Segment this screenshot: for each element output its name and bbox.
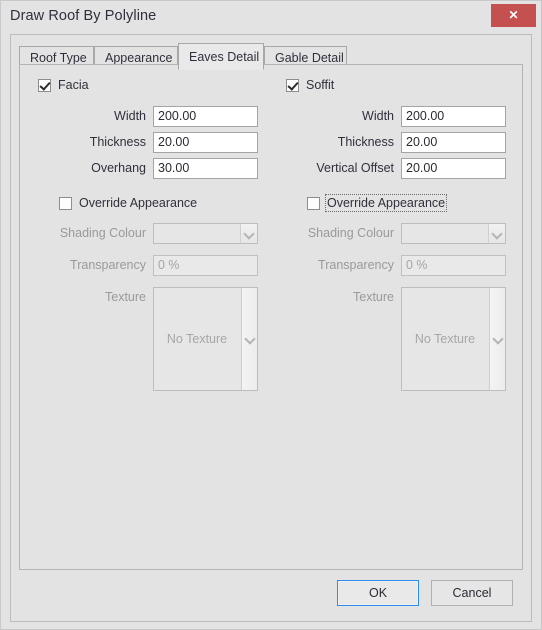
page-title: Draw Roof By Polyline [10,8,157,24]
soffit-texture-chevron-down-icon[interactable] [489,288,505,390]
facia-overhang-input[interactable]: 30.00 [153,158,258,179]
soffit-override-appearance-label: Override Appearance [324,194,448,212]
facia-texture-picker[interactable]: No Texture [153,287,258,391]
close-button[interactable]: ✕ [491,4,536,27]
soffit-vertical-offset-label: Vertical Offset [316,161,394,175]
soffit-override-appearance-row[interactable]: Override Appearance [307,194,448,212]
facia-shading-colour-combo[interactable] [153,223,258,244]
soffit-transparency-input[interactable]: 0 % [401,255,506,276]
soffit-texture-picker[interactable]: No Texture [401,287,506,391]
tab-page-eaves-detail: Facia Width 200.00 Thickness 20.00 Overh… [19,64,523,570]
title-bar: Draw Roof By Polyline ✕ [1,1,541,32]
soffit-texture-value: No Texture [414,332,476,346]
dialog-window: Draw Roof By Polyline ✕ Roof Type Appear… [0,0,542,630]
facia-thickness-label: Thickness [89,135,146,149]
soffit-width-label: Width [362,109,394,123]
facia-transparency-input[interactable]: 0 % [153,255,258,276]
soffit-thickness-input[interactable]: 20.00 [401,132,506,153]
soffit-shading-colour-chevron-down-icon[interactable] [488,224,505,243]
facia-enable-row[interactable]: Facia [38,77,89,93]
facia-label: Facia [58,78,89,92]
soffit-checkbox[interactable] [286,78,299,92]
cancel-button[interactable]: Cancel [431,580,513,606]
facia-override-appearance-row[interactable]: Override Appearance [59,195,197,211]
facia-thickness-input[interactable]: 20.00 [153,132,258,153]
facia-overhang-label: Overhang [91,161,146,175]
soffit-thickness-label: Thickness [337,135,394,149]
facia-width-input[interactable]: 200.00 [153,106,258,127]
soffit-section: Soffit Width 200.00 Thickness 20.00 Vert… [286,65,536,405]
soffit-enable-row[interactable]: Soffit [286,77,334,93]
facia-texture-label: Texture [105,290,146,304]
facia-override-appearance-label: Override Appearance [79,196,198,210]
ok-button[interactable]: OK [337,580,419,606]
facia-checkbox[interactable] [38,78,51,92]
facia-width-label: Width [114,109,146,123]
soffit-transparency-label: Transparency [318,258,394,272]
close-icon: ✕ [508,8,519,22]
content-frame: Roof Type Appearance Eaves Detail Gable … [10,34,532,622]
tab-eaves-detail[interactable]: Eaves Detail [178,43,264,70]
soffit-vertical-offset-input[interactable]: 20.00 [401,158,506,179]
soffit-override-appearance-checkbox[interactable] [307,196,320,210]
soffit-label: Soffit [306,78,335,92]
soffit-texture-label: Texture [353,290,394,304]
soffit-shading-colour-label: Shading Colour [307,226,394,240]
soffit-width-input[interactable]: 200.00 [401,106,506,127]
facia-shading-colour-chevron-down-icon[interactable] [240,224,257,243]
facia-override-appearance-checkbox[interactable] [59,196,72,210]
facia-texture-value: No Texture [166,332,228,346]
soffit-shading-colour-combo[interactable] [401,223,506,244]
facia-shading-colour-label: Shading Colour [59,226,146,240]
facia-transparency-label: Transparency [70,258,146,272]
facia-section: Facia Width 200.00 Thickness 20.00 Overh… [38,65,288,405]
facia-texture-chevron-down-icon[interactable] [241,288,257,390]
